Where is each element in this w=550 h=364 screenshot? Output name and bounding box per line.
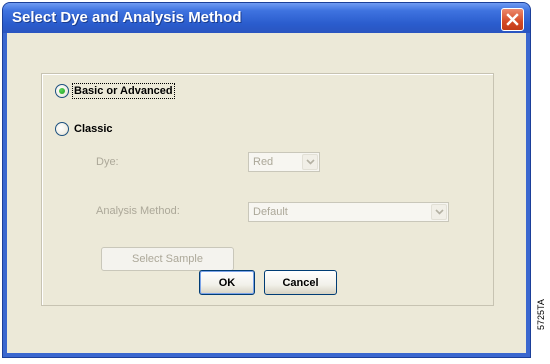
basic-advanced-radio[interactable] [55, 84, 69, 98]
radio-selected-dot [59, 88, 65, 94]
dye-select[interactable]: Red [248, 152, 320, 172]
close-icon [506, 13, 519, 26]
chevron-down-icon [435, 209, 444, 215]
dialog-body: Basic or Advanced Classic Dye: Red Analy… [7, 33, 526, 353]
chevron-down-icon [306, 159, 315, 165]
figure-code-label: 5725TA [536, 299, 546, 330]
dialog-title: Select Dye and Analysis Method [12, 9, 242, 26]
dye-label: Dye: [96, 156, 119, 168]
analysis-method-label: Analysis Method: [96, 205, 180, 217]
ok-button[interactable]: OK [199, 270, 255, 295]
dye-value: Red [253, 156, 274, 168]
select-sample-button[interactable]: Select Sample [101, 247, 234, 271]
dye-dropdown-arrow[interactable] [302, 154, 318, 170]
classic-radio[interactable] [55, 122, 69, 136]
classic-option[interactable]: Classic [55, 122, 113, 136]
basic-advanced-label[interactable]: Basic or Advanced [72, 83, 175, 99]
dialog-window: Select Dye and Analysis Method Basic or … [3, 3, 530, 357]
close-button[interactable] [501, 8, 524, 31]
classic-label[interactable]: Classic [74, 123, 113, 135]
analysis-method-value: Default [253, 206, 288, 218]
basic-advanced-option[interactable]: Basic or Advanced [55, 83, 175, 99]
cancel-button[interactable]: Cancel [264, 270, 337, 295]
title-bar[interactable]: Select Dye and Analysis Method [3, 3, 530, 33]
analysis-dropdown-arrow[interactable] [431, 204, 447, 220]
analysis-method-select[interactable]: Default [248, 202, 449, 222]
